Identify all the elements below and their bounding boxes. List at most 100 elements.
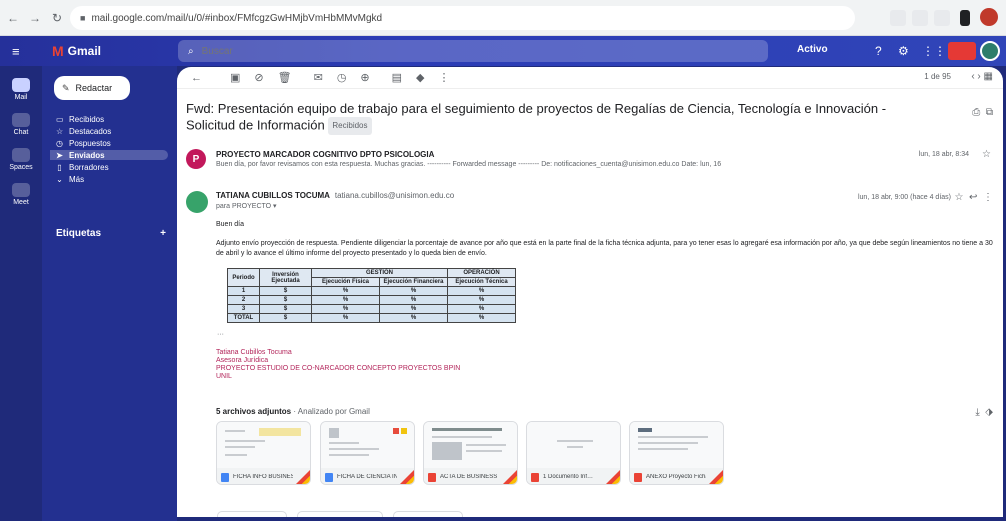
message-date: lun, 18 abr, 9:00 (hace 4 días) xyxy=(857,194,951,201)
attachment-thumbnail xyxy=(217,422,310,468)
table-cell: % xyxy=(379,295,448,305)
sidepanel-icon[interactable] xyxy=(960,10,970,26)
recipient-line[interactable]: para PROYECTO ▾ xyxy=(216,202,277,210)
message-greeting: Buen día xyxy=(216,221,245,228)
more-options-icon[interactable]: ⋮ xyxy=(439,71,450,84)
star-icon[interactable]: ☆ xyxy=(982,149,991,160)
attachment-footer: 1 Documento Inf… xyxy=(527,468,620,484)
labels-title: Etiquetas xyxy=(56,228,102,239)
drive-icon[interactable] xyxy=(400,470,414,484)
help-icon[interactable]: ? xyxy=(875,44,882,58)
sidebar-item-snoozed[interactable]: ◷ Pospuestos xyxy=(50,138,168,148)
table-cell: $ xyxy=(259,295,312,305)
menu-icon[interactable]: ≡ xyxy=(12,44,20,59)
add-label-icon[interactable]: + xyxy=(160,228,166,239)
share-icon[interactable] xyxy=(890,10,906,26)
rail-item-spaces[interactable]: Spaces xyxy=(0,148,42,171)
rail-label: Spaces xyxy=(9,164,33,171)
show-trimmed-content[interactable]: ··· xyxy=(217,331,224,338)
forward-button[interactable] xyxy=(393,511,463,517)
sidebar-item-label: Más xyxy=(69,174,85,184)
chat-icon xyxy=(12,113,30,127)
reload-icon[interactable]: ↻ xyxy=(48,9,66,27)
gmail-header: ≡ M Gmail ⌕ Activo ? ⚙ ⋮⋮ xyxy=(0,36,1006,66)
sidebar-item-inbox[interactable]: ▭ Recibidos xyxy=(50,114,168,124)
move-to-icon[interactable]: ▤ xyxy=(392,71,402,84)
inbox-label-badge[interactable]: Recibidos xyxy=(328,117,372,135)
sender-line: TATIANA CUBILLOS TOCUMA tatiana.cubillos… xyxy=(216,191,454,200)
sidebar-item-drafts[interactable]: ▯ Borradores xyxy=(50,162,168,172)
account-avatar[interactable] xyxy=(980,41,1000,61)
sender-name: TATIANA CUBILLOS TOCUMA xyxy=(216,191,330,200)
search-bar[interactable]: ⌕ xyxy=(178,40,768,62)
rail-item-mail[interactable]: Mail xyxy=(0,78,42,101)
reply-icon[interactable]: ☆ ↩ ⋮ xyxy=(955,192,993,203)
attachment-footer: ACTA DE BUSINESS xyxy=(424,468,517,484)
attachment-card[interactable]: FICHA DE CIENCIA INFO xyxy=(320,421,415,485)
reply-actions xyxy=(217,511,463,517)
table-header: Inversión Ejecutada xyxy=(259,268,312,287)
label-icon[interactable]: ◆ xyxy=(416,71,424,84)
report-spam-icon[interactable]: ⊘ xyxy=(254,71,263,84)
table-cell: $ xyxy=(259,304,312,314)
table-header: OPERACIÓN xyxy=(447,268,516,278)
drive-icon[interactable] xyxy=(606,470,620,484)
table-row: 2 $ % % % xyxy=(227,295,516,305)
reply-all-button[interactable] xyxy=(297,511,383,517)
extensions-icon[interactable] xyxy=(934,10,950,26)
collapsed-message[interactable]: P PROYECTO MARCADOR COGNITIVO DPTO PSICO… xyxy=(177,145,1003,175)
delete-icon[interactable]: 🗑 xyxy=(278,71,292,84)
compose-button[interactable]: ✎ Redactar xyxy=(54,76,130,100)
sidebar-item-more[interactable]: ⌄ Más xyxy=(50,174,168,184)
search-icon[interactable]: ⌕ xyxy=(188,46,194,57)
sidebar-item-sent[interactable]: ➤ Enviados xyxy=(50,150,168,160)
attachment-card[interactable]: FICHA INFO BUSINESS xyxy=(216,421,311,485)
signature-line: UNIL xyxy=(216,373,232,380)
profile-icon[interactable] xyxy=(980,8,998,26)
table-cell: % xyxy=(311,313,380,323)
sender-email: tatiana.cubillos@unisimon.edu.co xyxy=(334,191,455,200)
table-cell: 2 xyxy=(227,295,260,305)
settings-icon[interactable]: ⚙ xyxy=(898,44,909,58)
archive-icon[interactable]: ▣ xyxy=(230,71,240,84)
spaces-icon xyxy=(12,148,30,162)
pagination-text: 1 de 95 xyxy=(924,72,951,81)
address-bar[interactable]: ■ mail.google.com/mail/u/0/#inbox/FMfcgz… xyxy=(70,6,855,30)
apps-icon[interactable]: ⋮⋮ xyxy=(922,44,946,58)
forward-icon[interactable]: → xyxy=(26,9,44,27)
table-cell: 1 xyxy=(227,286,260,296)
reading-pane: ← ▣ ⊘ 🗑 ✉ ◷ ⊕ ▤ ◆ ⋮ 1 de 95 ‹ › ▦ Fwd: P… xyxy=(177,67,1003,517)
message-body: Adjunto envío proyección de respuesta. P… xyxy=(216,240,993,257)
drive-icon[interactable] xyxy=(503,470,517,484)
back-to-list-icon[interactable]: ← xyxy=(191,72,202,84)
table-cell: 3 xyxy=(227,304,260,314)
active-status[interactable]: Activo xyxy=(797,44,828,55)
sidebar-item-starred[interactable]: ☆ Destacados xyxy=(50,126,168,136)
inbox-icon: ▭ xyxy=(56,114,64,124)
mark-unread-icon[interactable]: ✉ xyxy=(314,71,323,84)
reply-button[interactable] xyxy=(217,511,287,517)
rail-item-chat[interactable]: Chat xyxy=(0,113,42,136)
snooze-icon[interactable]: ◷ xyxy=(337,71,347,84)
attachment-card[interactable]: ANEXO Proyecto Ficha… xyxy=(629,421,724,485)
add-task-icon[interactable]: ⊕ xyxy=(360,71,369,84)
url-text: mail.google.com/mail/u/0/#inbox/FMfcgzGw… xyxy=(91,12,383,24)
attachment-card[interactable]: ACTA DE BUSINESS xyxy=(423,421,518,485)
drive-icon[interactable] xyxy=(709,470,723,484)
table-cell: % xyxy=(447,286,516,296)
print-icon[interactable]: ⎙ ⧉ xyxy=(972,107,993,118)
app-rail: Mail Chat Spaces Meet xyxy=(0,66,42,521)
attachment-card[interactable]: 1 Documento Inf… xyxy=(526,421,621,485)
download-all-icon[interactable]: ⤓ ⬗ xyxy=(975,407,993,418)
table-cell: $ xyxy=(259,313,312,323)
rail-item-meet[interactable]: Meet xyxy=(0,183,42,206)
search-input[interactable] xyxy=(201,45,502,57)
attachment-name: FICHA DE CIENCIA INFO xyxy=(337,474,397,480)
drive-icon[interactable] xyxy=(296,470,310,484)
bookmark-icon[interactable] xyxy=(912,10,928,26)
input-tools-icon[interactable]: ‹ › ▦ xyxy=(971,71,993,82)
gmail-logo[interactable]: M Gmail xyxy=(52,43,101,59)
back-icon[interactable]: ← xyxy=(4,9,22,27)
lock-icon: ■ xyxy=(80,13,86,23)
sidebar-item-label: Enviados xyxy=(69,150,105,160)
